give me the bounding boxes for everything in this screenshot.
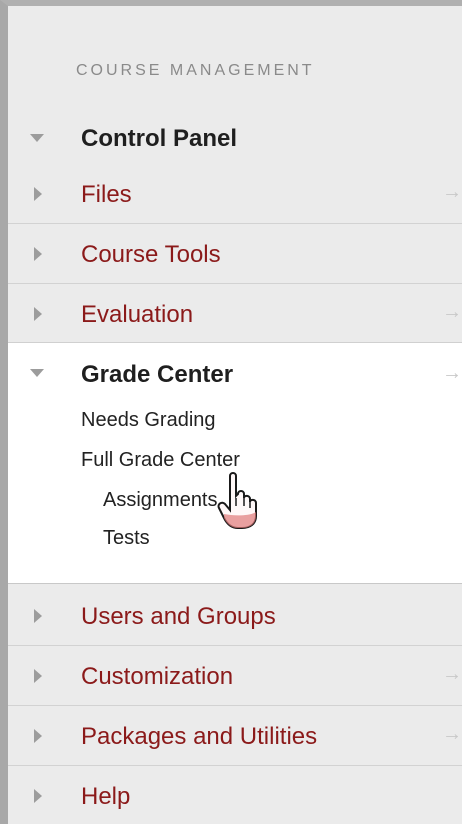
menu-item-evaluation[interactable]: Evaluation → bbox=[8, 284, 462, 344]
menu-item-course-tools[interactable]: Course Tools bbox=[8, 224, 462, 284]
grade-center-section: Grade Center → Needs Grading Full Grade … bbox=[8, 342, 462, 584]
triangle-right-icon[interactable] bbox=[34, 609, 42, 623]
grade-center-label[interactable]: Grade Center bbox=[81, 361, 233, 389]
arrow-right-icon[interactable]: → bbox=[442, 663, 462, 686]
triangle-right-icon[interactable] bbox=[34, 789, 42, 803]
menu-item-label[interactable]: Users and Groups bbox=[81, 603, 276, 631]
triangle-down-icon[interactable] bbox=[30, 369, 44, 377]
arrow-right-icon[interactable]: → bbox=[442, 301, 462, 324]
menu-item-label[interactable]: Evaluation bbox=[81, 301, 193, 329]
menu-item-files[interactable]: Files → bbox=[8, 164, 462, 224]
submenu-tests[interactable]: Tests bbox=[103, 527, 150, 550]
course-management-heading: COURSE MANAGEMENT bbox=[76, 62, 315, 79]
submenu-full-grade-center[interactable]: Full Grade Center bbox=[81, 449, 240, 472]
triangle-right-icon[interactable] bbox=[34, 307, 42, 321]
menu-item-label[interactable]: Course Tools bbox=[81, 241, 221, 269]
arrow-right-icon[interactable]: → bbox=[442, 362, 462, 385]
menu-item-label[interactable]: Help bbox=[81, 783, 130, 811]
triangle-down-icon bbox=[30, 134, 44, 142]
submenu-needs-grading[interactable]: Needs Grading bbox=[81, 409, 216, 432]
menu-item-label[interactable]: Packages and Utilities bbox=[81, 723, 317, 751]
menu-item-label[interactable]: Customization bbox=[81, 663, 233, 691]
menu-item-packages-and-utilities[interactable]: Packages and Utilities → bbox=[8, 706, 462, 766]
menu-item-help[interactable]: Help bbox=[8, 766, 462, 826]
arrow-right-icon[interactable]: → bbox=[442, 181, 462, 204]
triangle-right-icon[interactable] bbox=[34, 669, 42, 683]
hand-pointer-icon bbox=[217, 472, 257, 529]
submenu-assignments[interactable]: Assignments bbox=[103, 489, 218, 512]
triangle-right-icon[interactable] bbox=[34, 187, 42, 201]
triangle-right-icon[interactable] bbox=[34, 247, 42, 261]
menu-item-customization[interactable]: Customization → bbox=[8, 646, 462, 706]
arrow-right-icon[interactable]: → bbox=[442, 723, 462, 746]
control-panel-label: Control Panel bbox=[81, 125, 238, 152]
menu-item-users-and-groups[interactable]: Users and Groups bbox=[8, 586, 462, 646]
menu-item-label[interactable]: Files bbox=[81, 181, 132, 209]
triangle-right-icon[interactable] bbox=[34, 729, 42, 743]
control-panel-header[interactable]: Control Panel bbox=[8, 108, 462, 168]
